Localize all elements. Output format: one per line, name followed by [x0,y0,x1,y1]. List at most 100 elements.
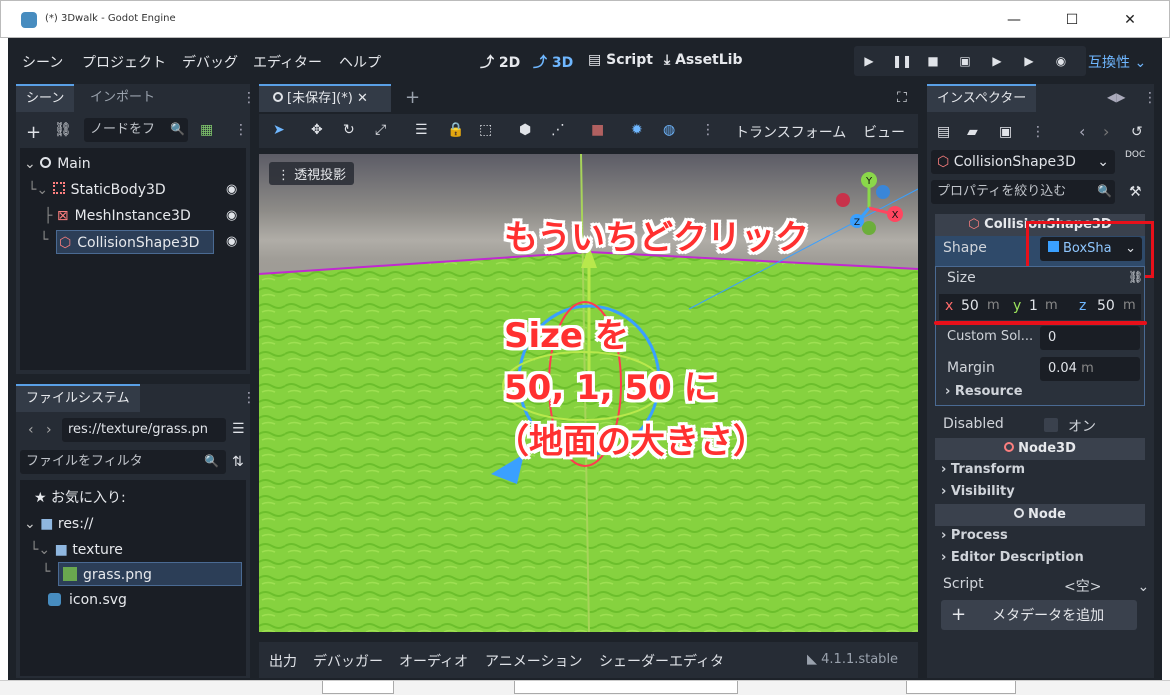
size-y-input[interactable]: 1 [1029,298,1038,314]
menu-editor[interactable]: エディター [253,52,322,72]
transform-section[interactable]: › Transform [941,462,1025,477]
scene-more-icon[interactable]: ⋮ [234,122,248,138]
history-back-icon[interactable]: ‹ [1079,122,1085,141]
forward-icon[interactable]: › [46,422,52,438]
node-selector[interactable]: ⬡ CollisionShape3D ⌄ [931,150,1115,174]
property-filter-input[interactable]: プロパティを絞り込む [931,180,1115,204]
size-z-input[interactable]: 50 [1097,298,1115,314]
group-icon[interactable]: ⬚ [479,122,492,138]
path-input[interactable]: res://texture/grass.pn [62,418,226,442]
scene-tab[interactable]: [未保存](*) ✕ [259,84,391,112]
environment-icon[interactable]: ◍ [663,122,675,138]
tab-shader-editor[interactable]: シェーダーエディタ [599,651,724,671]
file-item-grass[interactable]: grass.png [58,562,242,586]
scale-tool-icon[interactable]: ⤢ [375,122,386,138]
visibility-eye-icon[interactable]: ◉ [226,182,237,197]
menu-debug[interactable]: デバッグ [182,52,238,72]
projection-button[interactable]: ⋮ 透視投影 [269,162,355,185]
texture-folder-item[interactable]: └⌄ ■ texture [30,538,123,562]
tab-output[interactable]: 出力 [269,651,297,671]
view-gizmo[interactable]: Y X Z [829,164,909,244]
tab-scene[interactable]: シーン [16,84,75,112]
play-icon[interactable]: ▶ [860,52,878,70]
link-icon[interactable]: ⛓ [1128,270,1143,284]
rotate-tool-icon[interactable]: ↻ [343,122,355,138]
editor-description-section[interactable]: › Editor Description [941,550,1084,565]
more-icon[interactable]: ⋮ [242,390,256,406]
save-icon[interactable]: ▣ [999,124,1012,140]
menu-help[interactable]: ヘルプ [339,52,381,72]
process-section[interactable]: › Process [941,528,1008,543]
custom-solver-input[interactable]: 0 [1040,326,1140,350]
sort-icon[interactable]: ⇅ [232,454,244,470]
file-filter-input[interactable]: ファイルをフィルタ [20,450,226,474]
add-metadata-button[interactable]: + メタデータを追加 [941,600,1137,630]
open-folder-icon[interactable]: ▰ [967,124,978,140]
tab-animation[interactable]: アニメーション [485,651,582,671]
mode-script-button[interactable]: ▤ Script [588,52,653,68]
tab-debugger[interactable]: デバッガー [313,651,383,671]
script-value[interactable]: <空> ⌄ [1064,576,1149,596]
minimize-button[interactable]: — [1003,9,1025,31]
new-tab-icon[interactable]: + [395,84,430,112]
close-button[interactable]: ✕ [1119,9,1141,31]
property-tools-icon[interactable]: ⚒ [1129,184,1142,200]
favorites-item[interactable]: ★ お気に入り: [34,486,126,510]
move-tool-icon[interactable]: ✥ [311,122,323,138]
mode-assetlib-button[interactable]: ⤓ AssetLib [664,52,743,68]
stop-icon[interactable]: ■ [924,52,942,70]
3d-viewport[interactable]: ⋮ 透視投影 Y X Z もういちどクリック Size を 50, 1, 50 … [259,154,918,632]
movie-maker-icon[interactable]: ◉ [1052,52,1070,70]
visibility-section[interactable]: › Visibility [941,484,1015,499]
tab-audio[interactable]: オーディオ [399,651,468,671]
local-space-icon[interactable]: ⬢ [519,122,531,138]
more-icon[interactable]: ⋮ [1143,90,1157,106]
file-item-icon[interactable]: icon.svg [48,588,127,612]
play-scene-icon[interactable]: ▶ [988,52,1006,70]
tree-node-meshinstance[interactable]: ├ ⊠ MeshInstance3D [44,204,191,228]
remote-debug-icon[interactable]: ▣ [956,52,974,70]
distraction-free-icon[interactable]: ⛶ [897,90,907,106]
back-icon[interactable]: ‹ [28,422,34,438]
link-icon[interactable]: ⛓ [54,122,72,138]
mode-2d-button[interactable]: ⤴ 2D [480,52,520,72]
visibility-eye-icon[interactable]: ◉ [226,234,237,249]
disabled-checkbox[interactable] [1044,418,1058,432]
history-icon[interactable]: ↺ [1131,124,1143,140]
menu-project[interactable]: プロジェクト [82,52,166,72]
select-tool-icon[interactable]: ➤ [273,122,285,138]
more-icon[interactable]: ⋮ [701,122,715,138]
sun-icon[interactable]: ✹ [631,122,643,138]
camera-icon[interactable]: ■ [591,122,604,138]
doc-icon[interactable]: DOC [1125,150,1145,160]
new-resource-icon[interactable]: ▤ [937,124,950,140]
lock-icon[interactable]: 🔒 [447,122,464,138]
instance-scene-icon[interactable]: ▦ [200,122,213,138]
add-node-icon[interactable]: + [26,122,41,143]
resource-section[interactable]: › Resource [945,384,1023,399]
view-menu[interactable]: ビュー [863,122,905,142]
mode-3d-button[interactable]: ⤴ 3D [533,52,573,72]
tree-node-main[interactable]: ⌄ Main [24,152,91,176]
renderer-selector[interactable]: 互換性 ⌄ [1088,52,1146,72]
pause-icon[interactable]: ❚❚ [892,52,912,70]
maximize-button[interactable]: ☐ [1061,9,1083,31]
transform-menu[interactable]: トランスフォーム [735,122,846,142]
snap-icon[interactable]: ⋰ [551,122,565,138]
more-icon[interactable]: ⋮ [1031,124,1045,140]
tab-filesystem[interactable]: ファイルシステム [16,384,140,412]
res-folder-item[interactable]: ⌄ ■ res:// [24,512,93,536]
close-tab-icon[interactable]: ✕ [357,91,368,106]
tab-inspector[interactable]: インスペクター [927,84,1037,112]
more-icon[interactable]: ⋮ [242,90,256,106]
margin-input[interactable]: 0.04 m [1040,357,1140,381]
tree-node-collisionshape[interactable]: ⬡ CollisionShape3D [56,230,214,254]
split-mode-icon[interactable]: ☰ [232,421,245,437]
history-forward-icon[interactable]: › [1103,122,1109,141]
size-x-input[interactable]: 50 [961,298,979,314]
list-select-icon[interactable]: ☰ [415,122,428,138]
menu-scene[interactable]: シーン [22,52,63,72]
play-custom-icon[interactable]: ▶ [1020,52,1038,70]
visibility-eye-icon[interactable]: ◉ [226,208,237,223]
tree-node-staticbody[interactable]: └⌄ StaticBody3D [28,178,166,202]
